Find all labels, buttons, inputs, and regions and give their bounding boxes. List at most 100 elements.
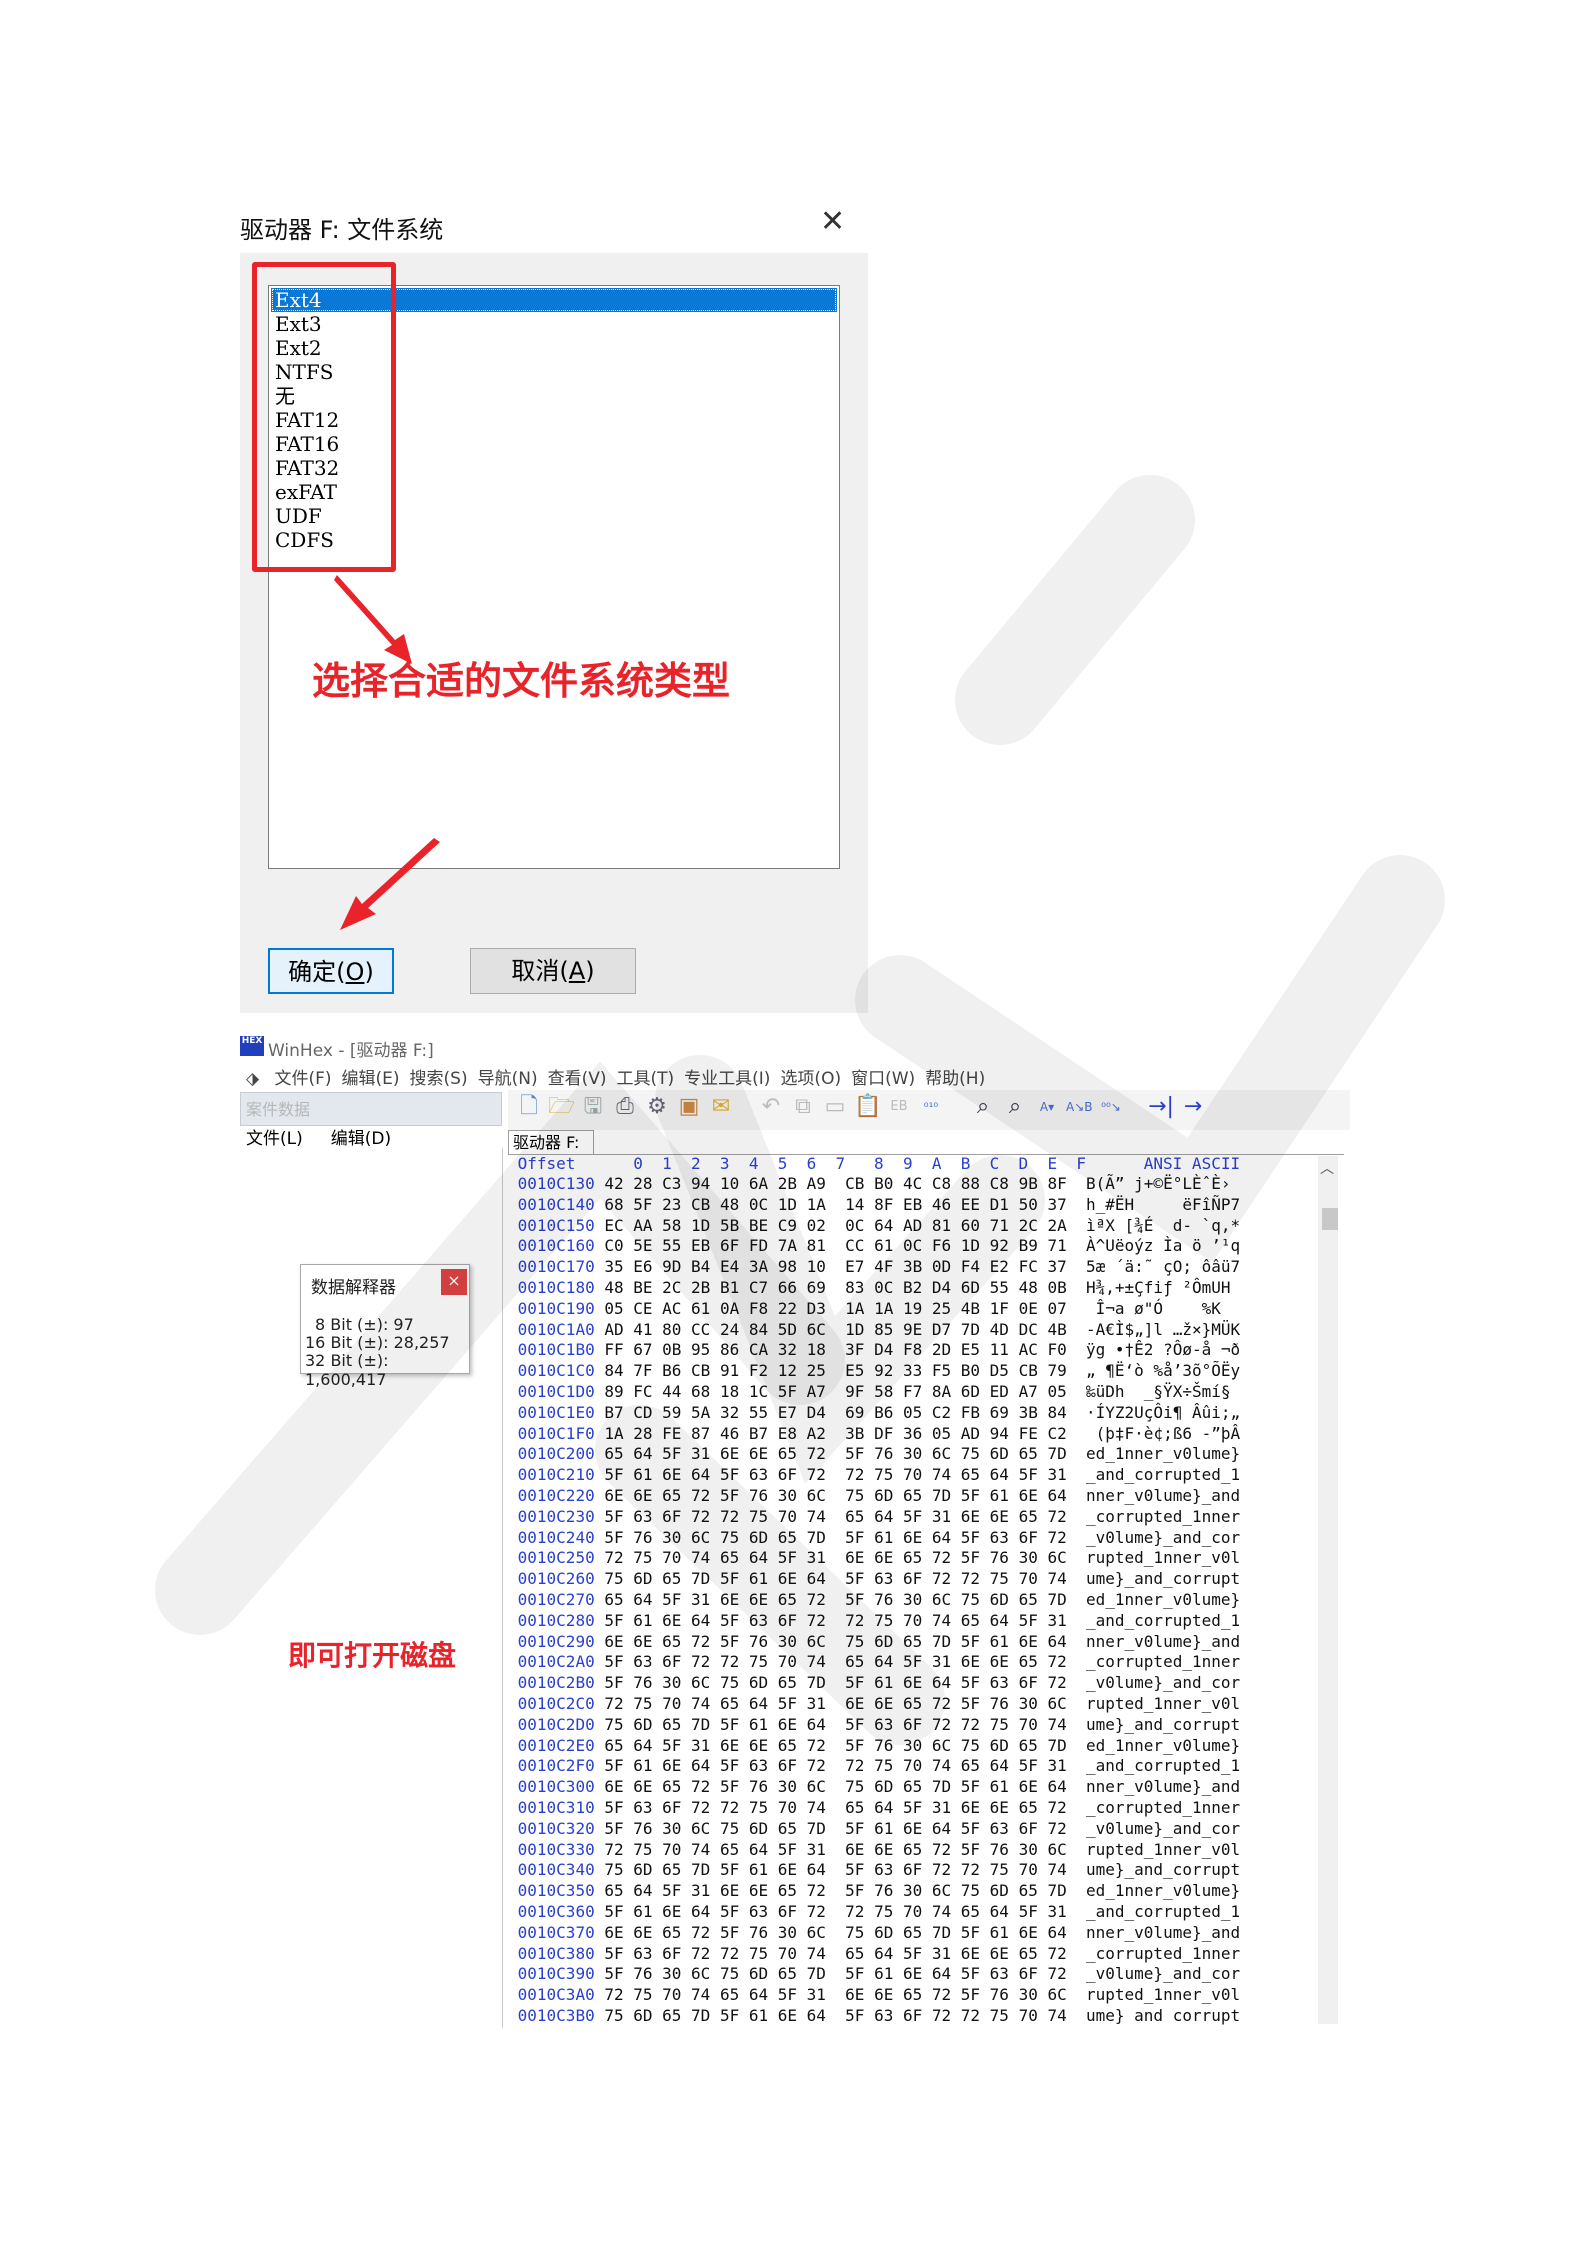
- row-hex-bytes[interactable]: 84 7F B6 CB 91 F2 12 25: [604, 1361, 826, 1380]
- menu-icon[interactable]: ⬗: [246, 1069, 259, 1089]
- hex-row[interactable]: 0010C130 42 28 C3 94 10 6A 2B A9 CB B0 4…: [508, 1174, 1231, 1195]
- row-hex-bytes[interactable]: 5F 61 6E 64 5F 63 6F 72: [845, 1528, 1067, 1547]
- row-hex-bytes[interactable]: 5F 63 6F 72 72 75 70 74: [845, 2006, 1067, 2025]
- open-folder-icon[interactable]: 🗁: [548, 1094, 575, 1120]
- row-hex-bytes[interactable]: 75 6D 65 7D 5F 61 6E 64: [604, 1715, 826, 1734]
- hex-row[interactable]: 0010C240 5F 76 30 6C 75 6D 65 7D 5F 61 6…: [508, 1528, 1240, 1549]
- menu-item[interactable]: 编辑(E): [342, 1069, 400, 1089]
- row-ansi[interactable]: ume} and corrupt: [1086, 2006, 1240, 2025]
- row-hex-bytes[interactable]: 72 75 70 74 65 64 5F 31: [604, 1548, 826, 1567]
- row-hex-bytes[interactable]: 6E 6E 65 72 5F 76 30 6C: [604, 1923, 826, 1942]
- save-icon[interactable]: 🖫: [580, 1094, 606, 1120]
- case-menu-item[interactable]: 编辑(D): [331, 1129, 391, 1149]
- row-ansi[interactable]: _and_corrupted_1: [1086, 1902, 1240, 1921]
- row-hex-bytes[interactable]: 5F 76 30 6C 75 6D 65 7D: [845, 1590, 1067, 1609]
- hex-row[interactable]: 0010C300 6E 6E 65 72 5F 76 30 6C 75 6D 6…: [508, 1777, 1240, 1798]
- hex-row[interactable]: 0010C1E0 B7 CD 59 5A 32 55 E7 D4 69 B6 0…: [508, 1403, 1240, 1424]
- row-hex-bytes[interactable]: 35 E6 9D B4 E4 3A 98 10: [604, 1257, 826, 1276]
- hex-row[interactable]: 0010C290 6E 6E 65 72 5F 76 30 6C 75 6D 6…: [508, 1632, 1240, 1653]
- row-hex-bytes[interactable]: E5 92 33 F5 B0 D5 CB 79: [845, 1361, 1067, 1380]
- row-hex-bytes[interactable]: 72 75 70 74 65 64 5F 31: [845, 1756, 1067, 1775]
- hex-row[interactable]: 0010C2C0 72 75 70 74 65 64 5F 31 6E 6E 6…: [508, 1694, 1240, 1715]
- row-hex-bytes[interactable]: 05 CE AC 61 0A F8 22 D3: [604, 1299, 826, 1318]
- hex-row[interactable]: 0010C380 5F 63 6F 72 72 75 70 74 65 64 5…: [508, 1944, 1240, 1965]
- row-hex-bytes[interactable]: 72 75 70 74 65 64 5F 31: [604, 1694, 826, 1713]
- row-ansi[interactable]: ume}_and_corrupt: [1086, 1715, 1240, 1734]
- row-hex-bytes[interactable]: 5F 61 6E 64 5F 63 6F 72: [845, 1673, 1067, 1692]
- new-file-icon[interactable]: 🗋: [516, 1094, 542, 1120]
- row-hex-bytes[interactable]: 3B DF 36 05 AD 94 FE C2: [845, 1424, 1067, 1443]
- row-ansi[interactable]: rupted_1nner_v0l: [1086, 1840, 1240, 1859]
- row-hex-bytes[interactable]: 5F 63 6F 72 72 75 70 74: [604, 1798, 826, 1817]
- row-ansi[interactable]: ed_1nner_v0lume}: [1086, 1736, 1240, 1755]
- row-hex-bytes[interactable]: 69 B6 05 C2 FB 69 3B 84: [845, 1403, 1067, 1422]
- row-hex-bytes[interactable]: 72 75 70 74 65 64 5F 31: [845, 1611, 1067, 1630]
- row-hex-bytes[interactable]: CB B0 4C C8 88 C8 9B 8F: [845, 1174, 1067, 1193]
- row-hex-bytes[interactable]: 65 64 5F 31 6E 6E 65 72: [604, 1736, 826, 1755]
- row-hex-bytes[interactable]: 9F 58 F7 8A 6D ED A7 05: [845, 1382, 1067, 1401]
- hex-row[interactable]: 0010C280 5F 61 6E 64 5F 63 6F 72 72 75 7…: [508, 1611, 1240, 1632]
- row-ansi[interactable]: nner_v0lume}_and: [1086, 1777, 1240, 1796]
- row-ansi[interactable]: nner_v0lume}_and: [1086, 1632, 1240, 1651]
- hex-row[interactable]: 0010C140 68 5F 23 CB 48 0C 1D 1A 14 8F E…: [508, 1195, 1240, 1216]
- row-ansi[interactable]: _v0lume}_and_cor: [1086, 1528, 1240, 1547]
- row-ansi[interactable]: ‰üDh _§ŸX÷Šmí§: [1086, 1382, 1231, 1401]
- hex-row[interactable]: 0010C250 72 75 70 74 65 64 5F 31 6E 6E 6…: [508, 1548, 1240, 1569]
- row-hex-bytes[interactable]: 1A 1A 19 25 4B 1F 0E 07: [845, 1299, 1067, 1318]
- row-ansi[interactable]: _and_corrupted_1: [1086, 1756, 1240, 1775]
- hex-row[interactable]: 0010C330 72 75 70 74 65 64 5F 31 6E 6E 6…: [508, 1840, 1240, 1861]
- chevron-up-icon[interactable]: ︿: [1320, 1158, 1334, 1178]
- row-ansi[interactable]: ume}_and_corrupt: [1086, 1569, 1240, 1588]
- row-hex-bytes[interactable]: 5F 76 30 6C 75 6D 65 7D: [604, 1673, 826, 1692]
- hex-row[interactable]: 0010C150 EC AA 58 1D 5B BE C9 02 0C 64 A…: [508, 1216, 1240, 1237]
- row-hex-bytes[interactable]: EC AA 58 1D 5B BE C9 02: [604, 1216, 826, 1235]
- row-ansi[interactable]: _corrupted_1nner: [1086, 1798, 1240, 1817]
- row-hex-bytes[interactable]: 75 6D 65 7D 5F 61 6E 64: [845, 1777, 1067, 1796]
- row-ansi[interactable]: ÿg •†Ê2 ?Ôø-å ¬ð: [1086, 1340, 1240, 1359]
- row-hex-bytes[interactable]: FF 67 0B 95 86 CA 32 18: [604, 1340, 826, 1359]
- row-hex-bytes[interactable]: 5F 61 6E 64 5F 63 6F 72: [604, 1611, 826, 1630]
- row-hex-bytes[interactable]: 75 6D 65 7D 5F 61 6E 64: [604, 1860, 826, 1879]
- find-icon[interactable]: ⌕: [970, 1094, 996, 1120]
- row-hex-bytes[interactable]: 5F 63 6F 72 72 75 70 74: [845, 1715, 1067, 1734]
- row-ansi[interactable]: rupted_1nner_v0l: [1086, 1985, 1240, 2004]
- row-ansi[interactable]: ed_1nner_v0lume}: [1086, 1881, 1240, 1900]
- replace-hex-icon[interactable]: ⁰⁰↘: [1098, 1094, 1124, 1120]
- row-hex-bytes[interactable]: 5F 76 30 6C 75 6D 65 7D: [845, 1736, 1067, 1755]
- goto-next-icon[interactable]: →: [1180, 1094, 1206, 1120]
- menu-item[interactable]: 查看(V): [548, 1069, 607, 1089]
- row-ansi[interactable]: _and_corrupted_1: [1086, 1465, 1240, 1484]
- paste-special-icon[interactable]: EB: [886, 1094, 912, 1120]
- hex-row[interactable]: 0010C2A0 5F 63 6F 72 72 75 70 74 65 64 5…: [508, 1652, 1240, 1673]
- menu-item[interactable]: 搜索(S): [410, 1069, 468, 1089]
- open-disk-icon[interactable]: ▣: [676, 1094, 702, 1120]
- copy-icon[interactable]: ⧉: [790, 1094, 816, 1120]
- hex-row[interactable]: 0010C1D0 89 FC 44 68 18 1C 5F A7 9F 58 F…: [508, 1382, 1231, 1403]
- row-ansi[interactable]: _corrupted_1nner: [1086, 1507, 1240, 1526]
- row-hex-bytes[interactable]: 6E 6E 65 72 5F 76 30 6C: [604, 1777, 826, 1796]
- row-hex-bytes[interactable]: 42 28 C3 94 10 6A 2B A9: [604, 1174, 826, 1193]
- hex-row[interactable]: 0010C390 5F 76 30 6C 75 6D 65 7D 5F 61 6…: [508, 1964, 1240, 1985]
- menu-item[interactable]: 选项(O): [780, 1069, 841, 1089]
- print-icon[interactable]: ⎙: [612, 1094, 638, 1120]
- row-hex-bytes[interactable]: 5F 63 6F 72 72 75 70 74: [845, 1569, 1067, 1588]
- hex-row[interactable]: 0010C370 6E 6E 65 72 5F 76 30 6C 75 6D 6…: [508, 1923, 1240, 1944]
- ok-button[interactable]: 确定(O): [268, 948, 394, 994]
- row-hex-bytes[interactable]: 68 5F 23 CB 48 0C 1D 1A: [604, 1195, 826, 1214]
- row-hex-bytes[interactable]: 65 64 5F 31 6E 6E 65 72: [845, 1944, 1067, 1963]
- row-ansi[interactable]: _v0lume}_and_cor: [1086, 1673, 1240, 1692]
- hex-row[interactable]: 0010C1A0 AD 41 80 CC 24 84 5D 6C 1D 85 9…: [508, 1320, 1240, 1341]
- goto-offset-icon[interactable]: →|: [1148, 1094, 1174, 1120]
- row-hex-bytes[interactable]: 1A 28 FE 87 46 B7 E8 A2: [604, 1424, 826, 1443]
- row-ansi[interactable]: 5æ ´ä:˜ çO; ôâü7: [1086, 1257, 1240, 1276]
- row-hex-bytes[interactable]: 5F 63 6F 72 72 75 70 74: [845, 1860, 1067, 1879]
- row-ansi[interactable]: H¾,+±Çfiƒ ²ÔmUH: [1086, 1278, 1231, 1297]
- row-ansi[interactable]: ume}_and_corrupt: [1086, 1860, 1240, 1879]
- hex-row[interactable]: 0010C160 C0 5E 55 EB 6F FD 7A 81 CC 61 0…: [508, 1236, 1240, 1257]
- write-hex-icon[interactable]: ⁰¹⁰: [918, 1094, 944, 1120]
- find-hex-icon[interactable]: A▾: [1034, 1094, 1060, 1120]
- row-hex-bytes[interactable]: 6E 6E 65 72 5F 76 30 6C: [845, 1840, 1067, 1859]
- hex-row[interactable]: 0010C1B0 FF 67 0B 95 86 CA 32 18 3F D4 F…: [508, 1340, 1240, 1361]
- row-hex-bytes[interactable]: 5F 61 6E 64 5F 63 6F 72: [604, 1902, 826, 1921]
- menu-item[interactable]: 窗口(W): [851, 1069, 915, 1089]
